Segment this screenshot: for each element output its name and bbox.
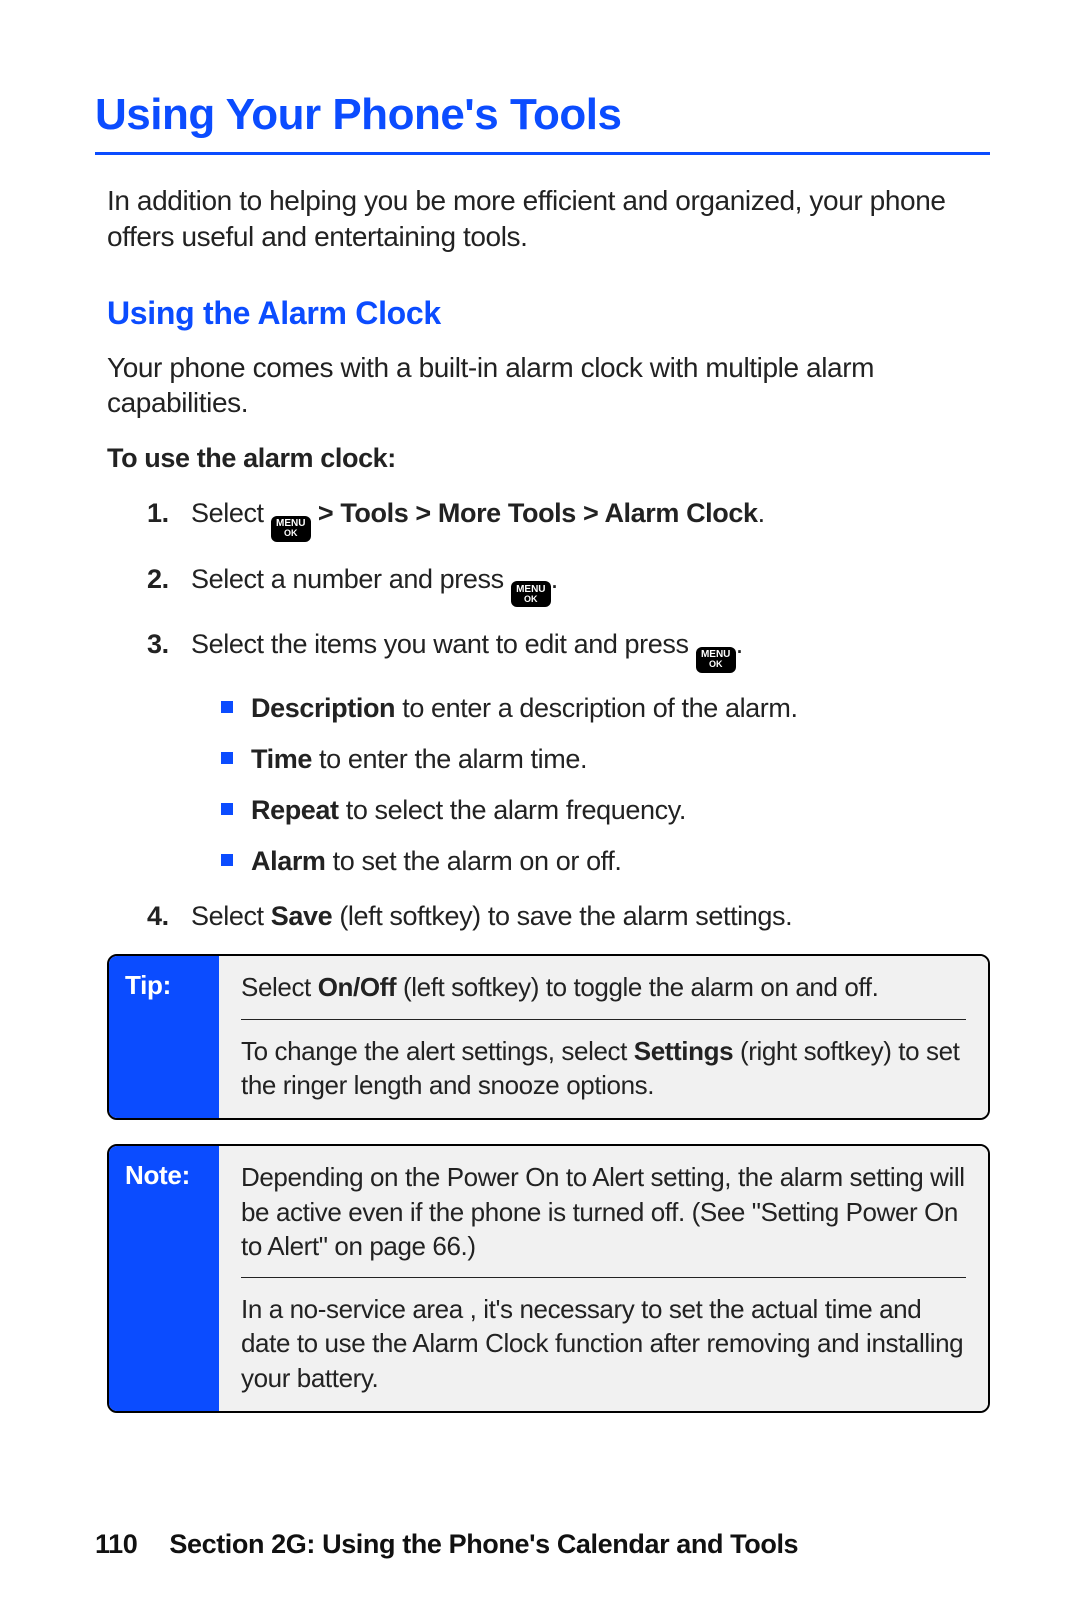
page-title: Using Your Phone's Tools	[95, 90, 990, 155]
step-1: Select MENUOK > Tools > More Tools > Ala…	[147, 496, 990, 542]
step-period: .	[551, 564, 558, 594]
step-text: Select	[191, 498, 271, 528]
step-text-after: (left softkey) to save the alarm setting…	[332, 901, 792, 931]
save-label: Save	[271, 901, 332, 931]
manual-page: Using Your Phone's Tools In addition to …	[0, 0, 1080, 1413]
note-paragraph-2: In a no-service area , it's necessary to…	[241, 1292, 966, 1395]
menu-ok-key-icon: MENUOK	[696, 647, 736, 673]
menu-ok-key-icon: MENUOK	[271, 516, 311, 542]
step-text: Select a number and press	[191, 564, 511, 594]
tip-label: Tip:	[109, 956, 219, 1118]
step-period: .	[736, 629, 743, 659]
bullet-alarm: Alarm to set the alarm on or off.	[221, 844, 990, 879]
note-paragraph-1: Depending on the Power On to Alert setti…	[241, 1160, 966, 1263]
bullet-description: Description to enter a description of th…	[221, 691, 990, 726]
note-callout: Note: Depending on the Power On to Alert…	[107, 1144, 990, 1413]
tip-paragraph-2: To change the alert settings, select Set…	[241, 1034, 966, 1103]
steps-list: Select MENUOK > Tools > More Tools > Ala…	[147, 496, 990, 934]
note-body: Depending on the Power On to Alert setti…	[219, 1146, 988, 1411]
bullet-repeat: Repeat to select the alarm frequency.	[221, 793, 990, 828]
page-intro: In addition to helping you be more effic…	[107, 183, 990, 255]
footer-text: Section 2G: Using the Phone's Calendar a…	[169, 1529, 798, 1559]
step-period: .	[758, 498, 765, 528]
page-number: 110	[95, 1529, 137, 1560]
step-text: Select	[191, 901, 271, 931]
section-title: Using the Alarm Clock	[107, 295, 990, 332]
step-3-bullets: Description to enter a description of th…	[221, 691, 990, 879]
section-intro: Your phone comes with a built-in alarm c…	[107, 350, 990, 422]
callout-divider	[241, 1019, 966, 1020]
step-path: > Tools > More Tools > Alarm Clock	[311, 498, 758, 528]
step-text: Select the items you want to edit and pr…	[191, 629, 696, 659]
step-4: Select Save (left softkey) to save the a…	[147, 899, 990, 934]
menu-ok-key-icon: MENUOK	[511, 581, 551, 607]
tip-body: Select On/Off (left softkey) to toggle t…	[219, 956, 988, 1118]
note-label: Note:	[109, 1146, 219, 1411]
task-heading: To use the alarm clock:	[107, 443, 990, 474]
bullet-time: Time to enter the alarm time.	[221, 742, 990, 777]
tip-paragraph-1: Select On/Off (left softkey) to toggle t…	[241, 970, 966, 1004]
step-3: Select the items you want to edit and pr…	[147, 627, 990, 879]
page-footer: 110 Section 2G: Using the Phone's Calenda…	[95, 1529, 990, 1560]
callout-divider	[241, 1277, 966, 1278]
tip-callout: Tip: Select On/Off (left softkey) to tog…	[107, 954, 990, 1120]
step-2: Select a number and press MENUOK.	[147, 562, 990, 608]
